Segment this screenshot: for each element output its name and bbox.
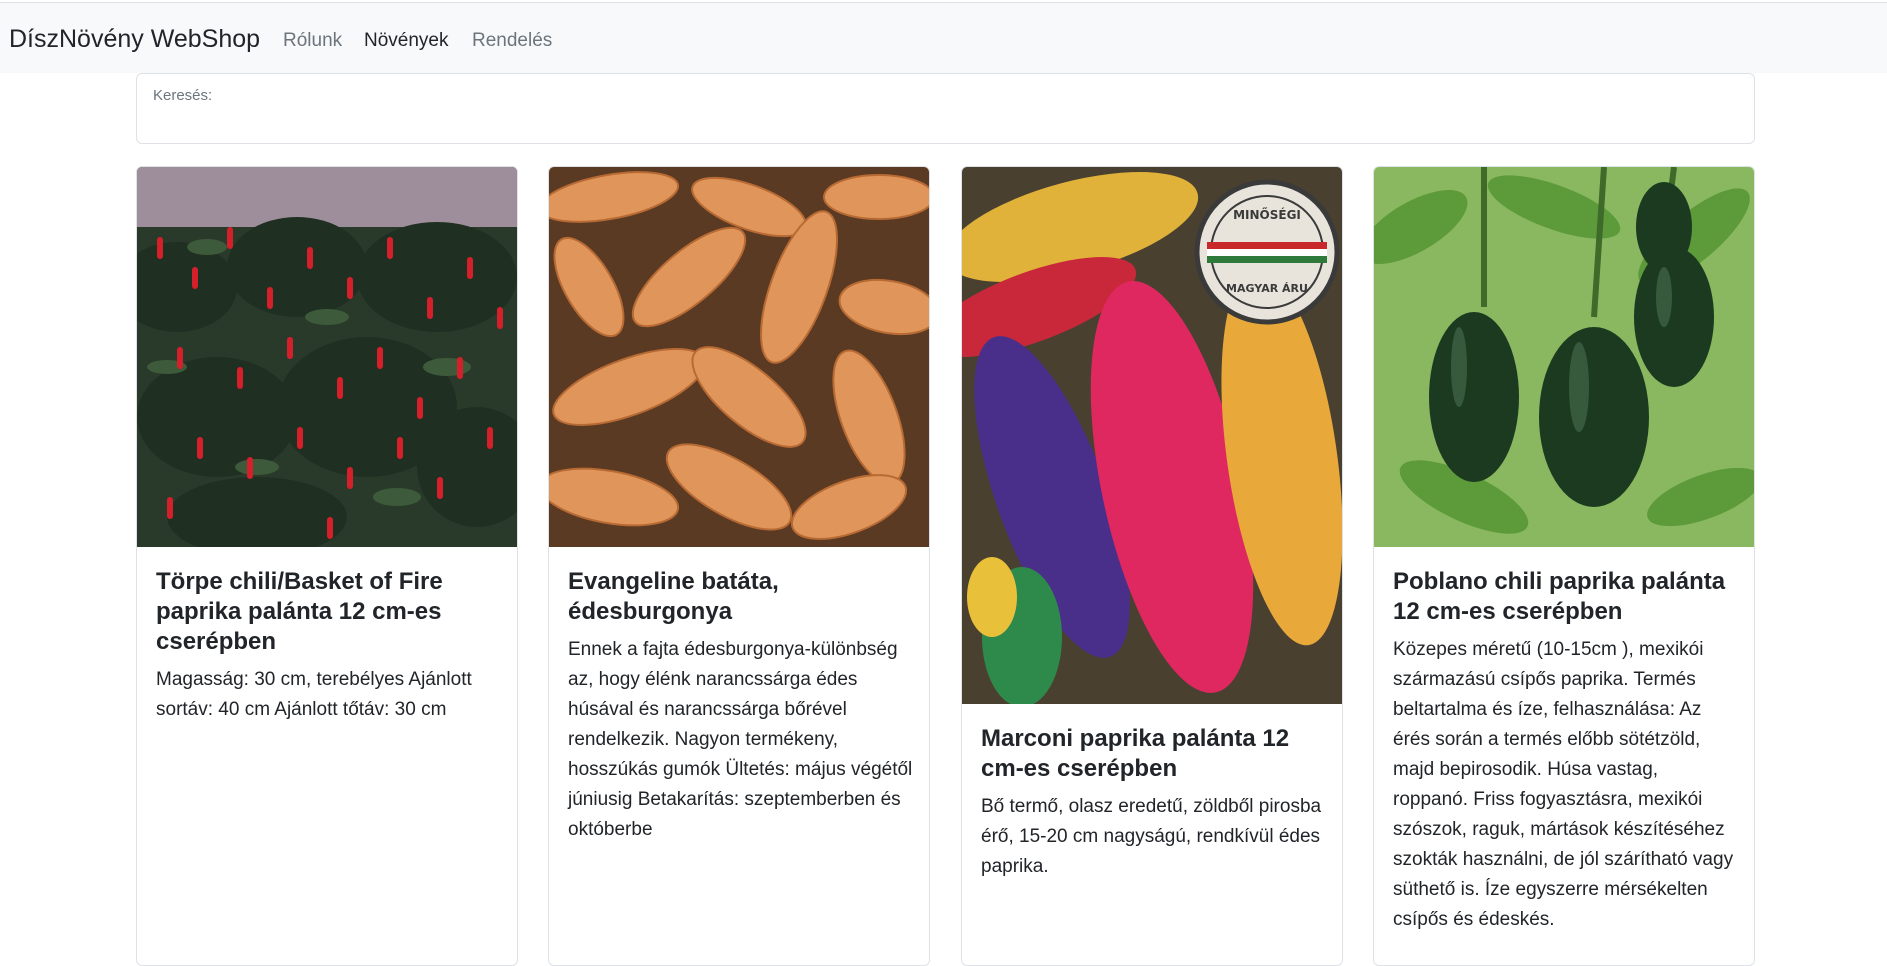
nav-link-rendeles[interactable]: Rendelés bbox=[472, 30, 552, 52]
product-title: Evangeline batáta, édesburgonya bbox=[568, 568, 779, 625]
search-field[interactable]: Keresés: bbox=[136, 73, 1755, 144]
product-card[interactable]: Evangeline batáta, édesburgonya Ennek a … bbox=[548, 166, 930, 966]
quality-badge-text: MAGYAR ÁRU bbox=[1226, 282, 1308, 295]
quality-badge-text: MINŐSÉGI bbox=[1233, 207, 1301, 222]
product-card[interactable]: Poblano chili paprika palánta 12 cm-es c… bbox=[1373, 166, 1755, 966]
brand-logo[interactable]: DíszNövény WebShop bbox=[9, 25, 260, 54]
product-description: Bő termő, olasz eredetű, zöldből pirosba… bbox=[981, 796, 1322, 877]
sweet-potatoes-photo bbox=[549, 167, 929, 547]
navbar: DíszNövény WebShop Rólunk Növények Rende… bbox=[0, 2, 1887, 73]
product-title: Marconi paprika palánta 12 cm-es cserépb… bbox=[981, 725, 1290, 782]
product-card[interactable]: MINŐSÉGI MAGYAR ÁRU Marconi paprika palá… bbox=[961, 166, 1343, 966]
nav-link-rolunk[interactable]: Rólunk bbox=[283, 30, 342, 52]
green-poblano-peppers-photo bbox=[1374, 167, 1754, 547]
search-input[interactable] bbox=[151, 108, 1735, 138]
red-chili-plants-photo bbox=[137, 167, 517, 547]
product-title: Törpe chili/Basket of Fire paprika palán… bbox=[156, 568, 443, 655]
product-description: Ennek a fajta édesburgonya-különbség az,… bbox=[568, 639, 913, 840]
product-title: Poblano chili paprika palánta 12 cm-es c… bbox=[1393, 568, 1726, 625]
search-label: Keresés: bbox=[153, 87, 213, 104]
product-card[interactable]: Törpe chili/Basket of Fire paprika palán… bbox=[136, 166, 518, 966]
product-description: Magasság: 30 cm, terebélyes Ajánlott sor… bbox=[156, 669, 472, 720]
colorful-peppers-photo: MINŐSÉGI MAGYAR ÁRU bbox=[962, 167, 1342, 704]
nav-link-novenyek[interactable]: Növények bbox=[364, 30, 449, 52]
product-description: Közepes méretű (10-15cm ), mexikói szárm… bbox=[1393, 639, 1734, 930]
